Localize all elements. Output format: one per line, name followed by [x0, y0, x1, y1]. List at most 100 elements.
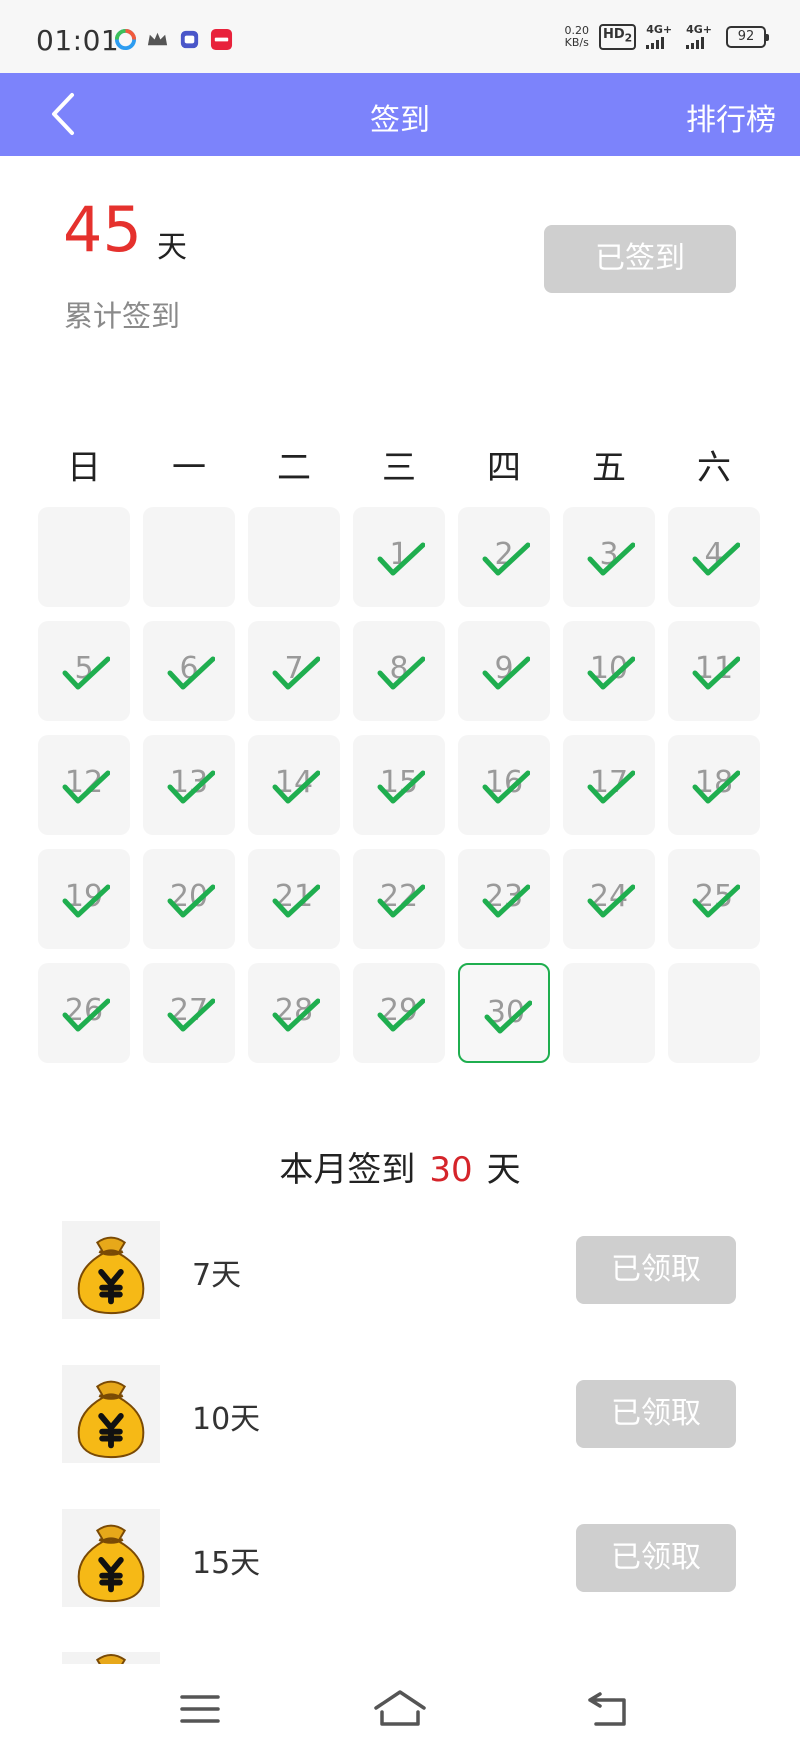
calendar-day[interactable]: 17 — [563, 735, 655, 835]
check-icon — [484, 1000, 532, 1034]
calendar-day[interactable]: 22 — [353, 849, 445, 949]
check-icon — [272, 770, 320, 804]
claimed-button[interactable]: 已领取 — [576, 1380, 736, 1448]
calendar-empty-cell — [38, 507, 130, 607]
money-bag-icon — [62, 1652, 160, 1664]
calendar-day[interactable]: 1 — [353, 507, 445, 607]
check-icon — [587, 770, 635, 804]
check-icon — [482, 656, 530, 690]
check-icon — [692, 884, 740, 918]
weekday-label: 六 — [697, 448, 731, 488]
app-badge-icon — [178, 28, 201, 51]
weekday-label: 日 — [67, 448, 101, 488]
reward-label: 15天 — [192, 1546, 261, 1581]
check-icon — [377, 884, 425, 918]
total-checkin-count: 45 — [63, 193, 142, 266]
money-bag-icon — [62, 1509, 160, 1607]
return-icon — [588, 1692, 626, 1726]
calendar-day[interactable]: 23 — [458, 849, 550, 949]
crown-icon — [146, 28, 169, 51]
menu-icon — [180, 1695, 220, 1723]
app-colorwheel-icon — [114, 28, 137, 51]
check-icon — [692, 656, 740, 690]
page-title: 签到 — [370, 103, 430, 138]
home-icon — [374, 1690, 426, 1726]
calendar-empty-cell — [248, 507, 340, 607]
weekday-label: 二 — [277, 448, 311, 488]
calendar-day[interactable]: 28 — [248, 963, 340, 1063]
calendar-day[interactable]: 18 — [668, 735, 760, 835]
app-red-icon — [210, 28, 233, 51]
total-checkin-unit: 天 — [157, 230, 187, 265]
calendar-day[interactable]: 4 — [668, 507, 760, 607]
month-suffix: 天 — [486, 1150, 521, 1190]
weekday-label: 一 — [172, 448, 206, 488]
claimed-button[interactable]: 已领取 — [576, 1524, 736, 1592]
money-bag-icon — [62, 1221, 160, 1319]
month-count: 30 — [429, 1150, 473, 1190]
check-icon — [482, 884, 530, 918]
weekday-label: 五 — [592, 448, 626, 488]
calendar-day[interactable]: 12 — [38, 735, 130, 835]
check-icon — [62, 998, 110, 1032]
weekday-label: 四 — [487, 448, 521, 488]
calendar-day[interactable]: 16 — [458, 735, 550, 835]
hd-voice-icon: HD2 — [598, 24, 637, 50]
check-icon — [482, 542, 530, 576]
calendar-grid: 1 2 3 4 5 6 7 8 9 10 11 12 13 14 15 16 17 18 19 20 21 22 23 24 2… — [0, 0, 800, 1100]
calendar-day[interactable]: 10 — [563, 621, 655, 721]
check-icon — [272, 656, 320, 690]
total-checkin-label: 累计签到 — [64, 299, 181, 333]
check-icon — [377, 542, 425, 576]
calendar-day[interactable]: 2 — [458, 507, 550, 607]
check-icon — [62, 656, 110, 690]
check-icon — [167, 770, 215, 804]
calendar-day[interactable]: 15 — [353, 735, 445, 835]
month-checkin-summary: 本月签到 30 天 — [0, 1142, 800, 1191]
calendar-day[interactable]: 26 — [38, 963, 130, 1063]
check-icon — [692, 770, 740, 804]
calendar-empty-cell — [143, 507, 235, 607]
calendar-day[interactable]: 27 — [143, 963, 235, 1063]
back-nav-button[interactable] — [580, 1684, 640, 1734]
calendar-day[interactable]: 3 — [563, 507, 655, 607]
check-icon — [692, 542, 740, 576]
check-icon — [272, 998, 320, 1032]
weekday-label: 三 — [382, 448, 416, 488]
check-icon — [272, 884, 320, 918]
calendar-day[interactable]: 7 — [248, 621, 340, 721]
check-icon — [62, 770, 110, 804]
network-speed: 0.20 KB/s — [564, 23, 589, 49]
calendar-day[interactable]: 25 — [668, 849, 760, 949]
nav-bar: 签到 排行榜 — [0, 73, 800, 156]
status-time: 01:01 — [36, 24, 120, 57]
reward-label: 7天 — [192, 1258, 242, 1293]
check-icon — [377, 998, 425, 1032]
checked-in-button[interactable]: 已签到 — [544, 225, 736, 293]
calendar-day[interactable]: 9 — [458, 621, 550, 721]
calendar-day[interactable]: 5 — [38, 621, 130, 721]
calendar-day[interactable]: 24 — [563, 849, 655, 949]
calendar-weekday-header: 日 一 二 三 四 五 六 — [38, 440, 764, 490]
calendar-day[interactable]: 8 — [353, 621, 445, 721]
calendar-day[interactable]: 19 — [38, 849, 130, 949]
menu-button[interactable] — [170, 1684, 230, 1734]
calendar-day[interactable]: 21 — [248, 849, 340, 949]
check-icon — [377, 770, 425, 804]
calendar-empty-cell — [668, 963, 760, 1063]
month-prefix: 本月签到 — [279, 1150, 416, 1190]
calendar-day[interactable]: 20 — [143, 849, 235, 949]
calendar-day[interactable]: 14 — [248, 735, 340, 835]
check-icon — [167, 656, 215, 690]
calendar-day[interactable]: 13 — [143, 735, 235, 835]
home-button[interactable] — [370, 1684, 430, 1734]
leaderboard-link[interactable]: 排行榜 — [686, 95, 776, 139]
check-icon — [167, 998, 215, 1032]
calendar-empty-cell — [563, 963, 655, 1063]
claimed-button[interactable]: 已领取 — [576, 1236, 736, 1304]
calendar-day[interactable]: 11 — [668, 621, 760, 721]
calendar-day[interactable]: 29 — [353, 963, 445, 1063]
calendar-day[interactable]: 6 — [143, 621, 235, 721]
calendar-day[interactable]: 30 — [458, 963, 550, 1063]
status-bar: 01:01 0.20 KB/s HD2 4G+ 4G+ 92 — [0, 0, 800, 73]
